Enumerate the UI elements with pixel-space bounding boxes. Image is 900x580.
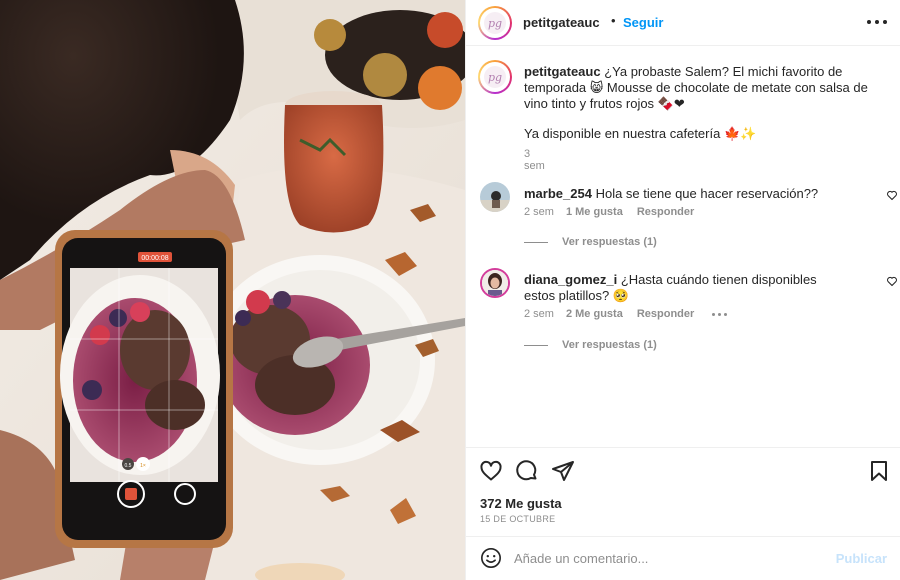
caption-avatar[interactable]: pg	[478, 60, 512, 94]
comment-time[interactable]: 2 sem	[524, 206, 554, 218]
follow-button[interactable]: Seguir	[623, 15, 663, 30]
header-separator: •	[611, 13, 616, 28]
commenter-username[interactable]: diana_gomez_i	[524, 272, 617, 287]
comment-text: marbe_254 Hola se tiene que hacer reserv…	[524, 186, 844, 202]
phone-zoom-2-text: 1×	[140, 463, 146, 469]
view-replies-label: Ver respuestas (1)	[562, 236, 657, 248]
commenter-avatar[interactable]	[480, 182, 510, 212]
comment-likes[interactable]: 1 Me gusta	[566, 206, 623, 218]
author-username[interactable]: petitgateauc	[523, 15, 600, 30]
comment-time[interactable]: 2 sem	[524, 308, 554, 320]
post-side-panel: pg petitgateauc • Seguir pg petitgateauc…	[465, 0, 900, 580]
commenter-avatar[interactable]	[480, 268, 510, 298]
comment-likes[interactable]: 2 Me gusta	[566, 308, 623, 320]
post-header: pg petitgateauc • Seguir	[466, 0, 900, 46]
view-replies-button[interactable]: Ver respuestas (1)	[524, 339, 657, 351]
reply-button[interactable]: Responder	[637, 308, 694, 320]
comment-icon[interactable]	[515, 459, 539, 483]
comment-body: Hola se tiene que hacer reservación??	[595, 186, 819, 201]
comment-options-icon[interactable]	[712, 312, 728, 316]
share-icon[interactable]	[551, 459, 575, 483]
post-photo[interactable]: 00:00:08 0.5 1×	[0, 0, 465, 580]
comment-heart-icon[interactable]	[886, 189, 898, 201]
emoji-icon[interactable]	[480, 547, 502, 569]
brand-logo-icon: pg	[484, 12, 506, 34]
caption-time[interactable]: 3 sem	[524, 148, 545, 172]
comment-heart-icon[interactable]	[886, 275, 898, 287]
comment-meta: 2 sem 2 Me gusta Responder	[524, 308, 728, 320]
instagram-post-view: 00:00:08 0.5 1× pg petitgateauc • Seguir…	[0, 0, 900, 580]
post-comment-button[interactable]: Publicar	[836, 551, 887, 566]
comment-text: diana_gomez_i ¿Hasta cuándo tienen dispo…	[524, 272, 844, 304]
caption-username[interactable]: petitgateauc	[524, 64, 601, 79]
comment-meta: 2 sem 1 Me gusta Responder	[524, 206, 694, 218]
phone-timer-text: 00:00:08	[141, 255, 168, 262]
heart-icon[interactable]	[479, 459, 503, 483]
add-comment-bar: Publicar	[466, 536, 900, 580]
post-date[interactable]: 15 DE OCTUBRE	[480, 514, 555, 524]
brand-logo-icon: pg	[484, 66, 506, 88]
action-bar	[466, 447, 900, 448]
bookmark-icon[interactable]	[867, 459, 891, 483]
view-replies-button[interactable]: Ver respuestas (1)	[524, 236, 657, 248]
phone-zoom-1-text: 0.5	[125, 463, 132, 469]
more-icon[interactable]	[867, 14, 887, 30]
likes-count[interactable]: 372 Me gusta	[480, 496, 562, 511]
author-avatar[interactable]: pg	[478, 6, 512, 40]
reply-button[interactable]: Responder	[637, 206, 694, 218]
comment-input[interactable]	[514, 545, 824, 571]
commenter-username[interactable]: marbe_254	[524, 186, 592, 201]
caption-line-2: Ya disponible en nuestra cafetería 🍁✨	[524, 126, 757, 141]
photo-illustration: 00:00:08 0.5 1×	[0, 0, 465, 580]
caption-text: petitgateauc ¿Ya probaste Salem? El mich…	[524, 64, 874, 112]
view-replies-label: Ver respuestas (1)	[562, 339, 657, 351]
